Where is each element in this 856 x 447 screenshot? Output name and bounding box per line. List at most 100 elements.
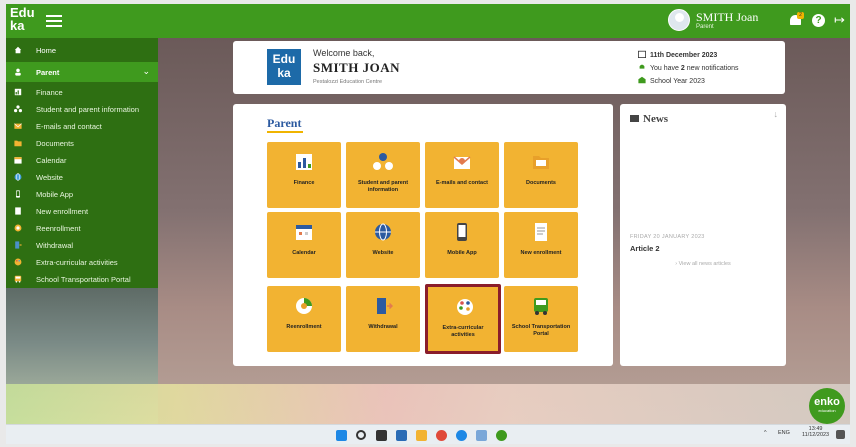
tile-new-enrollment[interactable]: New enrollment	[504, 212, 578, 278]
tile-label: Extra-curricular activities	[442, 325, 484, 338]
sidebar-item-reenrollment[interactable]: Reenrollment	[6, 220, 158, 236]
news-article-title[interactable]: Article 2	[630, 244, 660, 253]
people-icon	[14, 105, 22, 113]
windows-start-icon[interactable]	[336, 430, 347, 441]
sidebar-item-label: New enrollment	[36, 207, 89, 216]
logout-icon[interactable]: ↦	[834, 13, 845, 27]
enko-logo-text: enko	[814, 396, 840, 408]
chrome-profile-icon[interactable]	[496, 430, 507, 441]
welcome-card: Edu ka Welcome back, SMITH JOAN Pestaloz…	[233, 41, 785, 94]
sidebar-item-label: Website	[36, 173, 63, 182]
tile-extra-curricular[interactable]: Extra-curricular activities	[425, 284, 501, 354]
sidebar-item-new-enrollment[interactable]: New enrollment	[6, 203, 158, 219]
sidebar-item-finance[interactable]: Finance	[6, 84, 158, 100]
app-logo-line2: ka	[10, 18, 25, 33]
tile-emails-contact[interactable]: E-mails and contact	[425, 142, 499, 208]
tile-label: Reenrollment	[286, 324, 322, 330]
calendar-icon	[14, 157, 22, 164]
view-all-news-link[interactable]: › View all news articles	[620, 261, 786, 267]
enko-logo: enko education	[809, 388, 845, 424]
cloud-app-icon[interactable]	[476, 430, 487, 441]
sidebar-item-label: Home	[36, 46, 57, 55]
tile-label: E-mails and contact	[436, 180, 488, 186]
sidebar: Home Parent ⌄ Finance Student and parent…	[6, 38, 158, 288]
phone-icon	[16, 190, 20, 198]
palette-icon	[457, 299, 473, 315]
search-icon[interactable]	[356, 430, 366, 440]
notifications-summary[interactable]: You have 2 new notifications	[638, 63, 739, 72]
sidebar-item-label: E-mails and contact	[36, 122, 102, 131]
clock[interactable]: 13:49 11/12/2023	[802, 426, 829, 438]
sidebar-item-website[interactable]: Website	[6, 169, 158, 185]
sidebar-item-label: School Transportation Portal	[36, 275, 131, 284]
tile-finance[interactable]: Finance	[267, 142, 341, 208]
sidebar-item-transportation[interactable]: School Transportation Portal	[6, 271, 158, 287]
chrome-icon[interactable]	[436, 430, 447, 441]
tile-website[interactable]: Website	[346, 212, 420, 278]
edge-icon[interactable]	[456, 430, 467, 441]
sidebar-item-home[interactable]: Home	[6, 42, 158, 58]
arrow-down-icon[interactable]: ↓	[774, 109, 779, 119]
school-logo-line1: Edu	[272, 52, 296, 66]
user-icon	[15, 68, 21, 76]
sidebar-item-calendar[interactable]: Calendar	[6, 152, 158, 168]
bus-icon	[14, 275, 22, 283]
people-icon	[373, 153, 393, 170]
clock-date: 11/12/2023	[802, 432, 830, 438]
mail-icon	[14, 123, 22, 129]
tile-label: Calendar	[292, 250, 316, 256]
background-crayons	[6, 384, 850, 424]
news-date: FRIDAY 20 JANUARY 2023	[630, 234, 705, 240]
sidebar-item-student-parent-info[interactable]: Student and parent information	[6, 101, 158, 117]
document-icon	[15, 207, 21, 215]
tile-reenrollment[interactable]: Reenrollment	[267, 286, 341, 352]
tile-mobile-app[interactable]: Mobile App	[425, 212, 499, 278]
tray-chevron-icon[interactable]: ^	[764, 430, 767, 436]
parent-panel: Parent Finance Student and parent inform…	[233, 104, 613, 366]
sidebar-item-withdrawal[interactable]: Withdrawal	[6, 237, 158, 253]
sidebar-item-parent[interactable]: Parent ⌄	[6, 62, 158, 82]
sidebar-item-documents[interactable]: Documents	[6, 135, 158, 151]
enko-logo-subtext: education	[818, 408, 836, 413]
school-year-text: School Year 2023	[650, 78, 705, 85]
school-year: School Year 2023	[638, 76, 705, 85]
hamburger-menu-icon[interactable]	[46, 15, 62, 27]
file-explorer-icon[interactable]	[416, 430, 427, 441]
bell-icon[interactable]: 2	[789, 12, 804, 28]
sidebar-item-emails-contact[interactable]: E-mails and contact	[6, 118, 158, 134]
calendar-icon	[638, 50, 646, 58]
sidebar-item-mobile-app[interactable]: Mobile App	[6, 186, 158, 202]
notification-badge: 2	[797, 12, 804, 19]
tile-label: Website	[372, 250, 394, 256]
refresh-icon	[14, 224, 22, 232]
palette-icon	[14, 258, 22, 266]
folder-icon	[14, 140, 22, 147]
avatar	[668, 9, 690, 31]
task-view-icon[interactable]	[376, 430, 387, 441]
welcome-name: SMITH JOAN	[313, 60, 400, 75]
chevron-down-icon: ⌄	[142, 66, 150, 76]
app-logo[interactable]: Edu ka	[10, 6, 38, 32]
refresh-icon	[296, 298, 312, 314]
widgets-icon[interactable]	[396, 430, 407, 441]
tile-documents[interactable]: Documents	[504, 142, 578, 208]
top-bar: Edu ka SMITH Joan Parent 2 ? ↦	[6, 4, 850, 38]
sidebar-item-extra-curricular[interactable]: Extra-curricular activities	[6, 254, 158, 270]
tile-withdrawal[interactable]: Withdrawal	[346, 286, 420, 352]
school-logo: Edu ka	[267, 49, 301, 85]
tile-calendar[interactable]: Calendar	[267, 212, 341, 278]
sidebar-item-label: Withdrawal	[36, 241, 74, 250]
help-icon[interactable]: ?	[812, 14, 825, 27]
globe-icon	[14, 173, 22, 181]
finance-icon	[296, 154, 312, 170]
tile-transportation[interactable]: School Transportation Portal	[504, 286, 578, 352]
tile-student-parent-info[interactable]: Student and parent information	[346, 142, 420, 208]
user-name: SMITH Joan	[696, 10, 759, 24]
tile-label: New enrollment	[520, 250, 562, 256]
notification-center-icon[interactable]	[836, 430, 845, 439]
newspaper-icon	[630, 115, 639, 122]
language-indicator[interactable]: ENG	[778, 430, 790, 436]
tile-label: Finance	[293, 180, 315, 186]
news-title: News	[630, 113, 668, 125]
current-date-text: 11th December 2023	[650, 52, 718, 59]
